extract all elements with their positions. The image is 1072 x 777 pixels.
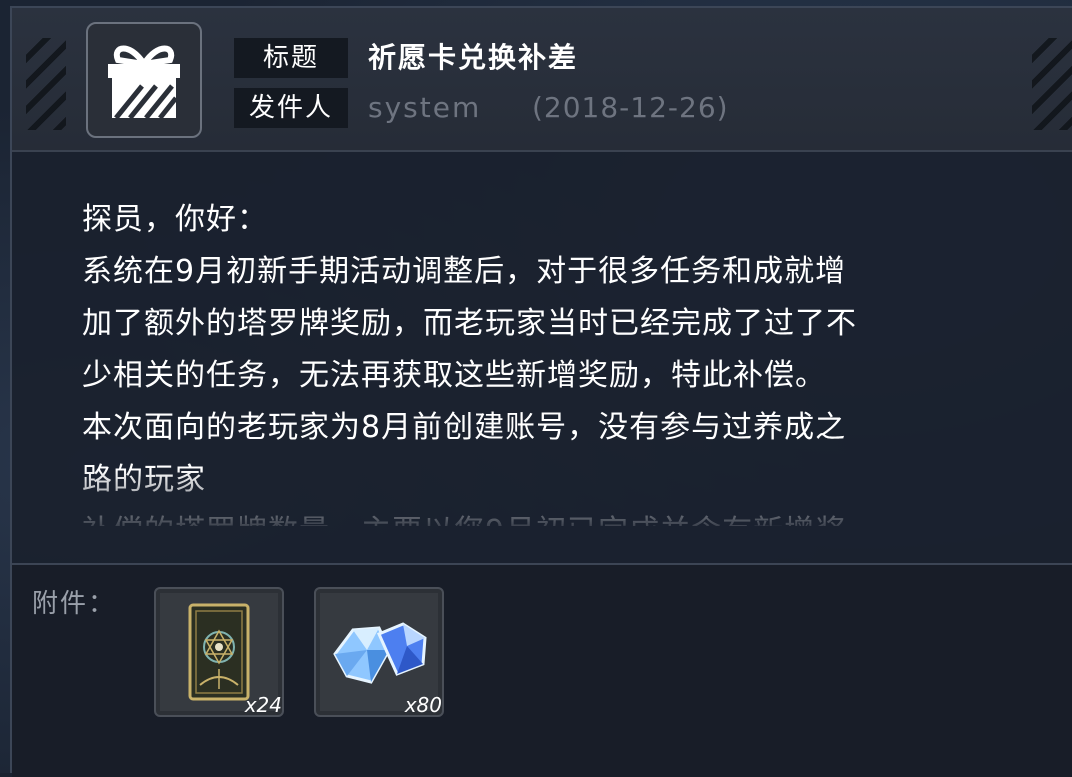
attachment-count: x80 xyxy=(404,693,442,717)
body-line: 加了额外的塔罗牌奖励，而老玩家当时已经完成了过了不 xyxy=(82,306,857,341)
hazard-stripes-left xyxy=(26,38,66,130)
attachment-crystal[interactable]: x80 xyxy=(314,587,444,717)
body-line: 探员，你好： xyxy=(82,202,268,237)
body-line: 补偿的塔罗牌数量，主要以您9月初已完成并含有新增奖 xyxy=(82,506,1032,526)
mail-title: 祈愿卡兑换补差 xyxy=(368,41,579,74)
mail-date: (2018-12-26) xyxy=(532,91,729,124)
mail-header: 标题 祈愿卡兑换补差 发件人 system (2018-12-26) xyxy=(12,8,1072,152)
mail-panel: 标题 祈愿卡兑换补差 发件人 system (2018-12-26) 探员，你好… xyxy=(10,6,1072,777)
body-line: 系统在9月初新手期活动调整后，对于很多任务和成就增 xyxy=(82,254,847,289)
attachment-count: x24 xyxy=(244,693,282,717)
gift-icon xyxy=(86,22,202,138)
attachment-tarot-card[interactable]: x24 xyxy=(154,587,284,717)
attachments-bar: 附件： x24 x80 xyxy=(12,563,1072,777)
sender-tag: 发件人 xyxy=(234,88,348,128)
mail-sender: system xyxy=(368,91,482,124)
title-tag: 标题 xyxy=(234,38,348,78)
body-line: 路的玩家 xyxy=(82,462,206,497)
hazard-stripes-right xyxy=(1032,38,1072,130)
attachments-label: 附件： xyxy=(32,589,117,619)
body-line: 少相关的任务，无法再获取这些新增奖励，特此补偿。 xyxy=(82,358,826,393)
body-line: 本次面向的老玩家为8月前创建账号，没有参与过养成之 xyxy=(82,410,847,445)
mail-body[interactable]: 探员，你好： 系统在9月初新手期活动调整后，对于很多任务和成就增 加了额外的塔罗… xyxy=(82,194,1032,526)
